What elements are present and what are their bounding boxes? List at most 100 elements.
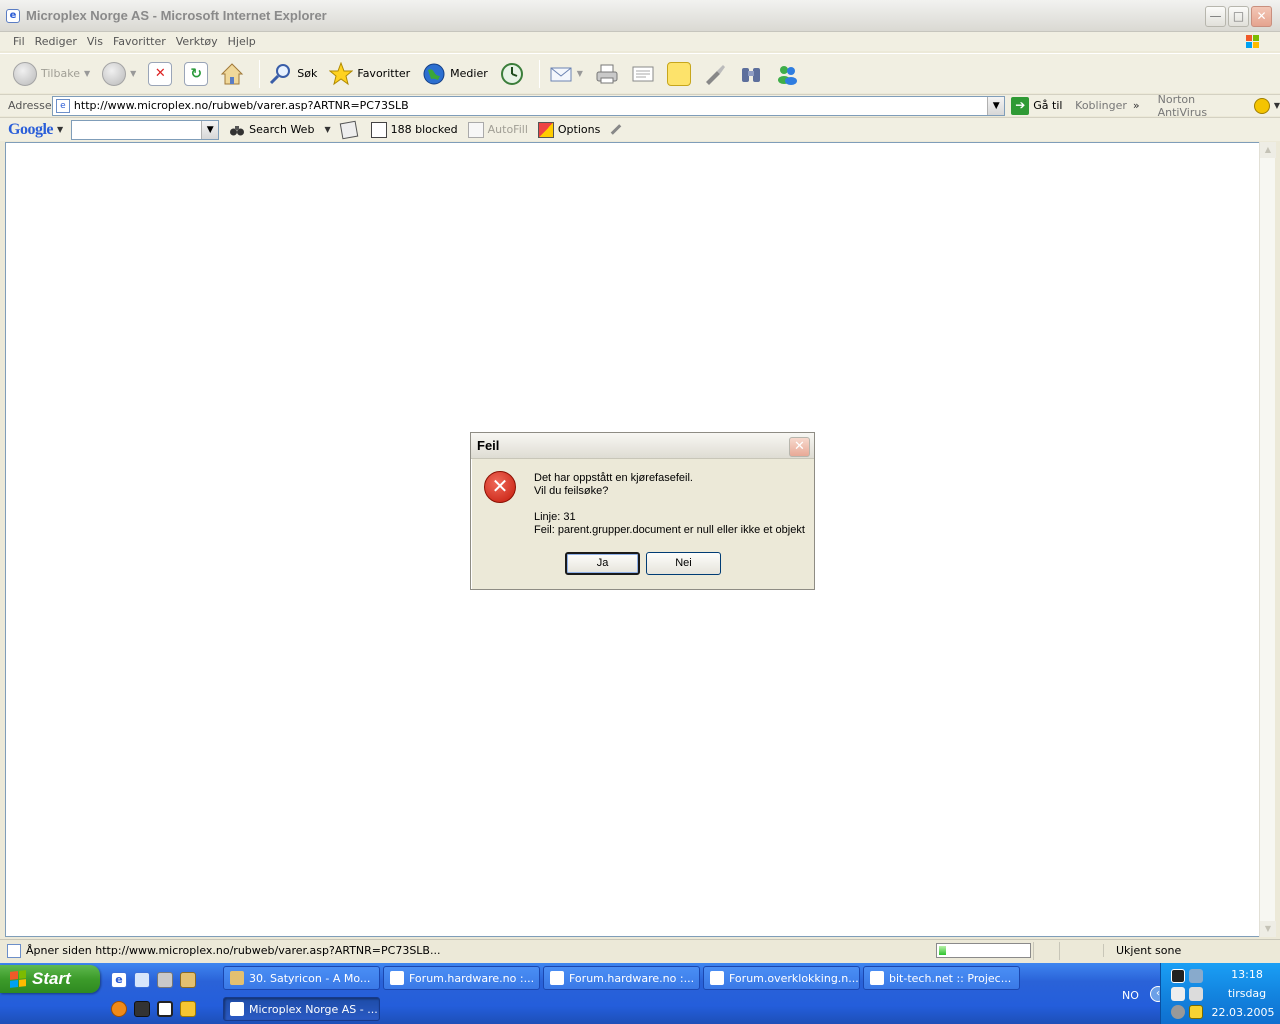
close-button[interactable]: ✕ [1251, 6, 1272, 27]
start-button[interactable]: Start [0, 965, 100, 993]
media-label: Medier [450, 67, 488, 80]
page-icon: e [55, 98, 70, 113]
mail-dropdown-icon[interactable]: ▼ [577, 69, 583, 78]
home-button[interactable] [217, 58, 247, 90]
search-web-button[interactable]: Search Web ▼ [229, 122, 331, 138]
menu-rediger[interactable]: Rediger [30, 35, 82, 48]
clock-tray-icon[interactable] [1171, 1005, 1185, 1019]
volume-tray-icon[interactable] [1189, 987, 1203, 1001]
yes-button[interactable]: Ja [565, 552, 640, 575]
window-quicklaunch-icon[interactable] [157, 1001, 173, 1017]
refresh-button[interactable]: ↻ [181, 58, 211, 90]
ie-icon [870, 971, 884, 985]
address-url[interactable]: http://www.microplex.no/rubweb/varer.asp… [74, 99, 409, 112]
toolbar-separator [259, 59, 261, 88]
firefox-quicklaunch-icon[interactable] [111, 1001, 127, 1017]
search-web-dropdown-icon[interactable]: ▼ [324, 125, 330, 134]
links-label: Koblinger [1075, 99, 1127, 112]
dialog-title-bar[interactable]: Feil [471, 433, 814, 459]
scroll-up-icon[interactable]: ▲ [1260, 142, 1276, 158]
popup-blocker-button[interactable]: 188 blocked [370, 121, 458, 138]
back-button[interactable]: Tilbake ▼ [10, 58, 93, 90]
globe-icon [423, 63, 445, 84]
ie-quicklaunch-icon[interactable]: e [111, 972, 127, 988]
clock-day[interactable]: tirsdag [1215, 987, 1279, 1000]
menu-favoritter[interactable]: Favoritter [108, 35, 171, 48]
menu-fil[interactable]: Fil [8, 35, 30, 48]
google-toolbar: Google ▼ ▼ Search Web ▼ 188 blocked Auto… [0, 117, 1280, 141]
winamp-quicklaunch-icon[interactable] [180, 972, 196, 988]
edit-button[interactable] [628, 58, 658, 90]
dialog-message: Det har oppstått en kjørefasefeil. Vil d… [534, 472, 805, 537]
media-button[interactable]: Medier [419, 58, 491, 90]
progress-bar [936, 943, 1031, 958]
norton-tray-icon[interactable] [1189, 1005, 1203, 1019]
google-search-input[interactable]: ▼ [71, 119, 220, 140]
google-logo[interactable]: Google [8, 121, 54, 139]
network-tray-icon[interactable] [1189, 969, 1203, 983]
news-button[interactable] [339, 120, 361, 139]
taskbar-item-active[interactable]: Microplex Norge AS - ... [223, 997, 380, 1021]
security-zone: Ukjent sone [1103, 944, 1181, 957]
taskbar-item[interactable]: Forum.hardware.no :... [543, 966, 700, 990]
menu-bar: Fil Rediger Vis Favoritter Verktøy Hjelp [0, 32, 1280, 51]
favorites-button[interactable]: Favoritter [326, 58, 413, 90]
links-chevron-icon[interactable]: » [1133, 99, 1140, 112]
highlight-button[interactable] [610, 124, 626, 135]
taskbar-item[interactable]: bit-tech.net :: Projec... [863, 966, 1020, 990]
mouse-tray-icon[interactable] [1171, 987, 1185, 1001]
mail-button[interactable]: ▼ [546, 58, 586, 90]
print-button[interactable] [592, 58, 622, 90]
clock-time[interactable]: 13:18 [1219, 968, 1275, 981]
menu-verktoy[interactable]: Verktøy [171, 35, 223, 48]
ie-icon [230, 1002, 244, 1016]
forward-button[interactable]: ▼ [99, 58, 139, 90]
search-label: Søk [297, 67, 318, 80]
norton-dropdown-icon[interactable]: ▼ [1274, 101, 1280, 110]
discuss-button[interactable] [664, 58, 694, 90]
address-dropdown-icon[interactable]: ▼ [987, 96, 1005, 115]
history-button[interactable] [497, 58, 527, 90]
status-cell [1033, 941, 1057, 960]
autofill-button[interactable]: AutoFill [467, 121, 528, 138]
taskbar-item-label: Forum.hardware.no :... [409, 971, 535, 985]
no-button[interactable]: Nei [646, 552, 721, 575]
error-icon: ✕ [484, 471, 516, 503]
outlook-quicklaunch-icon[interactable] [134, 972, 150, 988]
address-input[interactable]: e http://www.microplex.no/rubweb/varer.a… [51, 95, 1006, 116]
forward-dropdown-icon[interactable]: ▼ [130, 69, 136, 78]
back-dropdown-icon[interactable]: ▼ [84, 69, 90, 78]
language-indicator[interactable]: NO [1122, 989, 1139, 1002]
menu-vis[interactable]: Vis [82, 35, 108, 48]
vertical-scrollbar[interactable]: ▲ ▼ [1259, 142, 1276, 937]
google-search-dropdown-icon[interactable]: ▼ [201, 120, 219, 139]
star-icon [329, 61, 354, 85]
steam-quicklaunch-icon[interactable] [134, 1001, 150, 1017]
minimize-button[interactable]: — [1205, 6, 1226, 27]
links-toolbar[interactable]: Koblinger » [1075, 99, 1139, 112]
title-bar[interactable]: e Microplex Norge AS - Microsoft Interne… [0, 0, 1280, 32]
show-desktop-icon[interactable] [157, 972, 173, 988]
menu-hjelp[interactable]: Hjelp [223, 35, 261, 48]
research-button[interactable] [700, 58, 730, 90]
norton-icon[interactable] [1253, 97, 1270, 114]
clock-date[interactable]: 22.03.2005 [1207, 1006, 1279, 1019]
options-button[interactable]: Options [537, 121, 600, 138]
dialog-close-button[interactable]: ✕ [789, 437, 810, 457]
binoculars-icon [741, 67, 760, 82]
maximize-button[interactable]: □ [1228, 6, 1249, 27]
steam-tray-icon[interactable] [1171, 969, 1185, 983]
taskbar-item[interactable]: Forum.hardware.no :... [383, 966, 540, 990]
stop-button[interactable]: ✕ [145, 58, 175, 90]
norton-toolbar[interactable]: Norton AntiVirus ▼ [1158, 93, 1280, 119]
binoculars-button[interactable] [736, 58, 766, 90]
mail-icon [550, 67, 572, 81]
taskbar-item[interactable]: 30. Satyricon - A Mo... [223, 966, 380, 990]
clock-quicklaunch-icon[interactable] [180, 1001, 196, 1017]
taskbar-item[interactable]: Forum.overklokking.n... [703, 966, 860, 990]
go-button[interactable]: ➔ Gå til [1011, 96, 1067, 115]
scroll-down-icon[interactable]: ▼ [1260, 921, 1276, 937]
search-button[interactable]: Søk [266, 58, 320, 90]
google-menu-dropdown-icon[interactable]: ▼ [57, 125, 63, 134]
messenger-button[interactable] [772, 58, 802, 90]
